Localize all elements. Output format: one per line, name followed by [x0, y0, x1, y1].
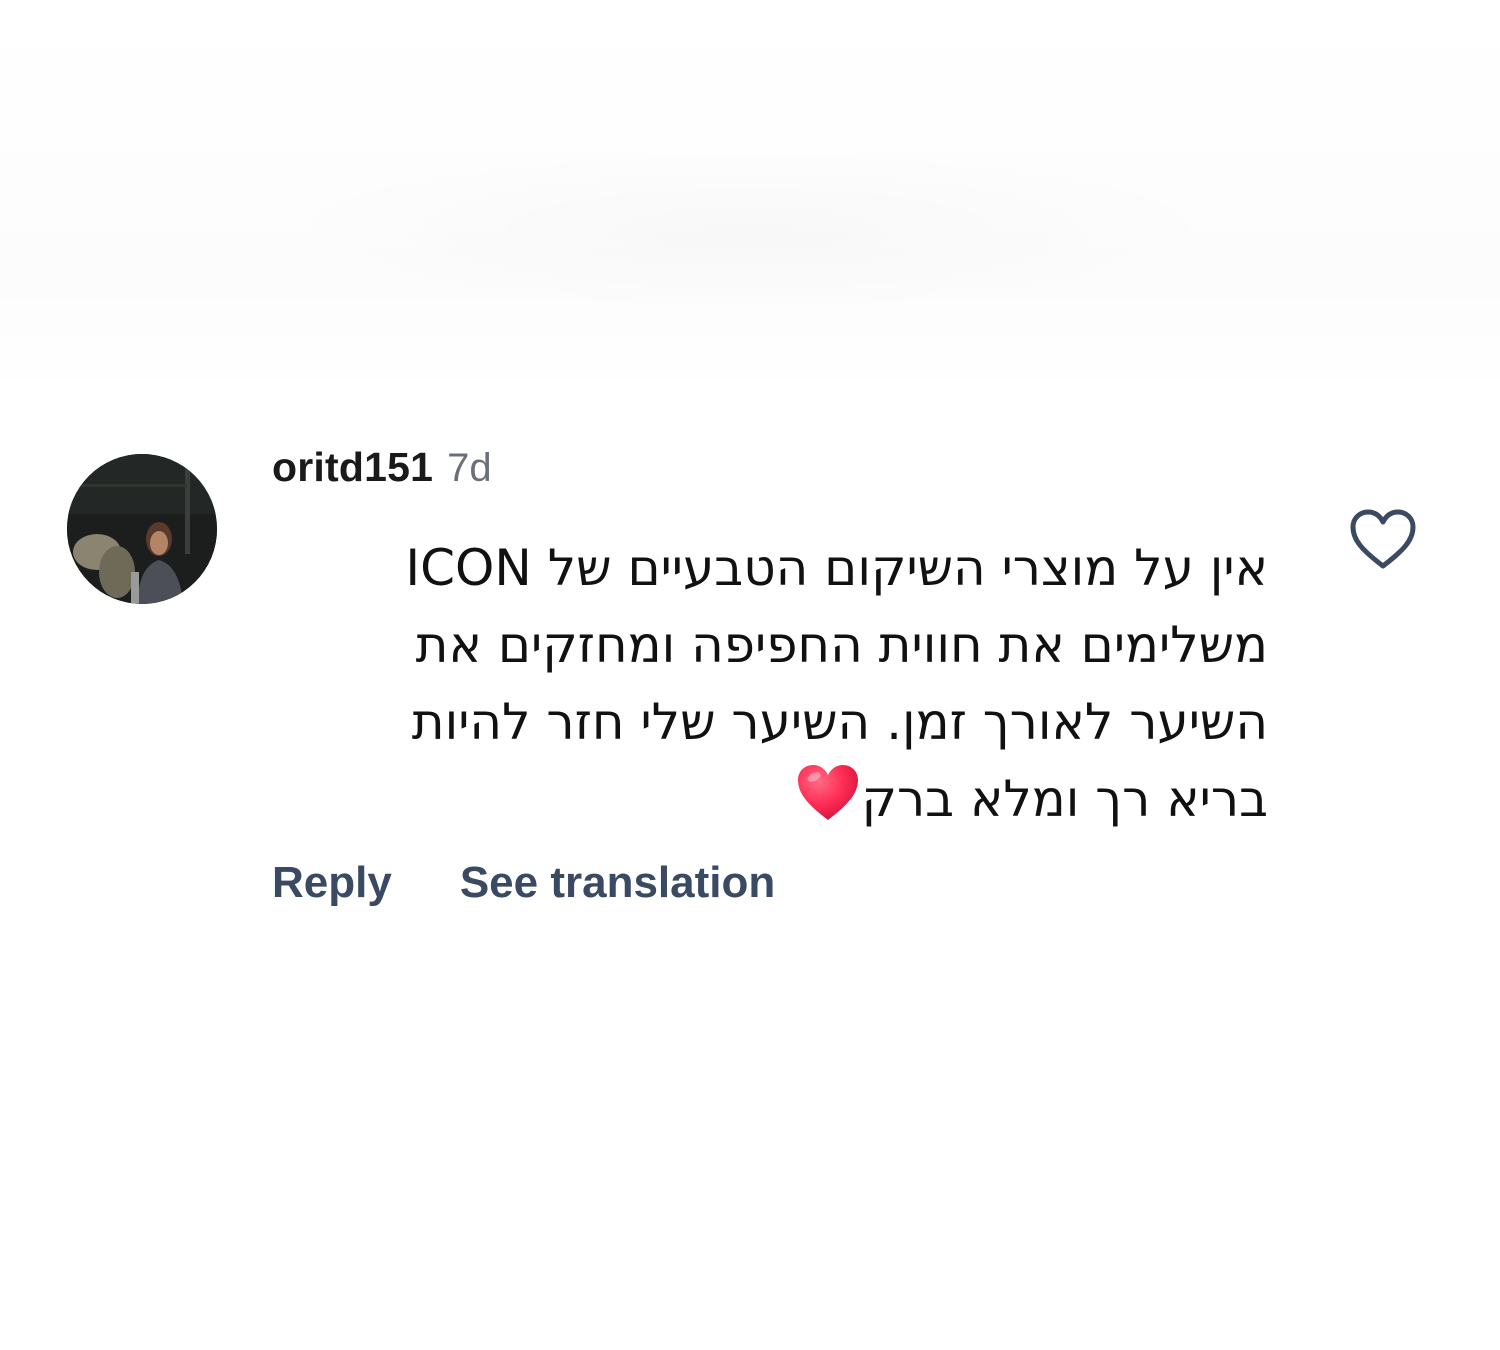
background-blur-bottom — [0, 940, 1500, 1350]
see-translation-button[interactable]: See translation — [460, 858, 775, 908]
comment-line-2: משלימים את חווית החפיפה ומחזקים את — [415, 616, 1268, 674]
avatar[interactable] — [67, 454, 217, 604]
like-button[interactable] — [1346, 504, 1420, 574]
comment-body: אין על מוצרי השיקום הטבעיים של ICON משלי… — [272, 530, 1268, 846]
comment-header: oritd151 7d — [272, 444, 492, 504]
comment-line-4-text: בריא רך ומלא ברק — [861, 770, 1268, 828]
background-blur-top — [0, 0, 1500, 400]
timestamp: 7d — [447, 446, 492, 490]
reply-button[interactable]: Reply — [272, 858, 392, 908]
comment-actions: Reply See translation — [272, 858, 775, 908]
comment-line-3: השיער לאורך זמן. השיער שלי חזר להיות — [411, 693, 1268, 751]
comment-line-1: אין על מוצרי השיקום הטבעיים של ICON — [405, 539, 1268, 597]
username[interactable]: oritd151 — [272, 444, 433, 491]
comment-screen: oritd151 7d אין על מוצרי השיקום הטבעיים … — [0, 0, 1500, 1350]
avatar-photo — [67, 454, 217, 604]
heart-outline-icon — [1350, 509, 1416, 569]
heart-emoji-icon — [795, 762, 861, 846]
comment-line-4: בריא רך ומלא ברק — [272, 761, 1268, 846]
